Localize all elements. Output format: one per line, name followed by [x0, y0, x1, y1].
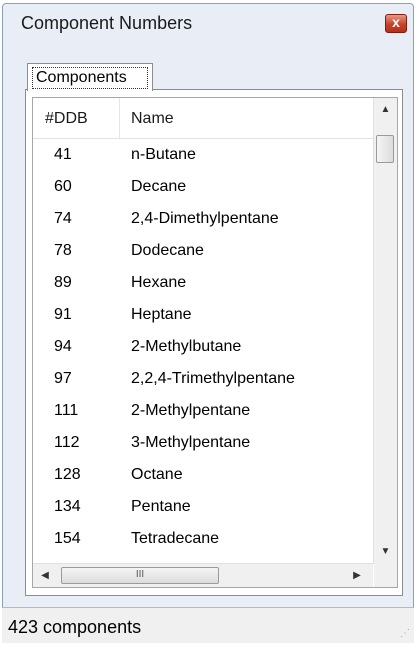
ddb-number: 41 [54, 146, 72, 163]
scroll-right-icon[interactable]: ▶ [347, 564, 367, 587]
vertical-scrollbar[interactable]: ▲ ▼ [373, 98, 397, 564]
component-name: Tetradecane [131, 530, 220, 547]
column-header-name[interactable]: Name [131, 110, 174, 128]
ddb-number: 89 [54, 274, 72, 291]
column-divider[interactable] [119, 98, 120, 138]
ddb-number: 74 [54, 210, 72, 227]
component-name: n-Butane [131, 146, 196, 163]
list-item[interactable]: 134 Pentane [33, 491, 373, 523]
list-item[interactable]: 41 n-Butane [33, 139, 373, 171]
ddb-number: 154 [54, 530, 81, 547]
title-bar[interactable]: Component Numbers x [3, 4, 413, 40]
ddb-number: 78 [54, 242, 72, 259]
list-item[interactable]: 112 3-Methylpentane [33, 427, 373, 459]
scroll-down-icon[interactable]: ▼ [374, 542, 397, 562]
component-name: Pentane [131, 498, 191, 515]
tab-components-label: Components [32, 67, 148, 89]
list-item[interactable]: 74 2,4-Dimethylpentane [33, 203, 373, 235]
list-item[interactable]: 78 Dodecane [33, 235, 373, 267]
component-name: 2-Methylpentane [131, 402, 251, 419]
component-name: Hexane [131, 274, 187, 291]
list-item[interactable]: 94 2-Methylbutane [33, 331, 373, 363]
components-list[interactable]: #DDB Name 41 n-Butane 60 Decane 74 2,4-Dimeth… [32, 97, 398, 588]
component-name: 2,2,4-Trimethylpentane [131, 370, 295, 387]
scroll-left-icon[interactable]: ◀ [35, 564, 55, 587]
ddb-number: 97 [54, 370, 72, 387]
ddb-number: 128 [54, 466, 81, 483]
horizontal-scroll-thumb[interactable]: III [61, 567, 219, 584]
component-name: Dodecane [131, 242, 204, 259]
tab-components[interactable]: Components [27, 63, 153, 91]
list-item[interactable]: 89 Hexane [33, 267, 373, 299]
ddb-number: 60 [54, 178, 72, 195]
ddb-number: 94 [54, 338, 72, 355]
close-icon: x [392, 14, 400, 30]
close-button[interactable]: x [385, 14, 407, 33]
component-name: 3-Methylpentane [131, 434, 251, 451]
ddb-number: 112 [54, 434, 80, 451]
list-item[interactable]: 97 2,2,4-Trimethylpentane [33, 363, 373, 395]
scrollbar-corner [374, 564, 397, 587]
horizontal-scrollbar[interactable]: ◀ III ▶ [33, 563, 373, 587]
ddb-number: 91 [54, 306, 72, 323]
component-name: Decane [131, 178, 187, 195]
list-item[interactable]: 128 Octane [33, 459, 373, 491]
scroll-up-icon[interactable]: ▲ [374, 100, 397, 120]
list-item[interactable]: 111 2-Methylpentane [33, 395, 373, 427]
list-header: #DDB Name [33, 98, 373, 139]
component-name: 2-Methylbutane [131, 338, 242, 355]
vertical-scroll-thumb[interactable] [376, 135, 394, 163]
list-item[interactable]: 154 Tetradecane [33, 523, 373, 555]
list-item[interactable]: 91 Heptane [33, 299, 373, 331]
list-item[interactable]: 60 Decane [33, 171, 373, 203]
ddb-number: 134 [54, 498, 81, 515]
column-header-ddb[interactable]: #DDB [45, 110, 88, 128]
ddb-number: 111 [54, 402, 79, 419]
component-name: 2,4-Dimethylpentane [131, 210, 279, 227]
component-name: Heptane [131, 306, 192, 323]
component-name: Octane [131, 466, 183, 483]
window-title: Component Numbers [21, 13, 193, 33]
